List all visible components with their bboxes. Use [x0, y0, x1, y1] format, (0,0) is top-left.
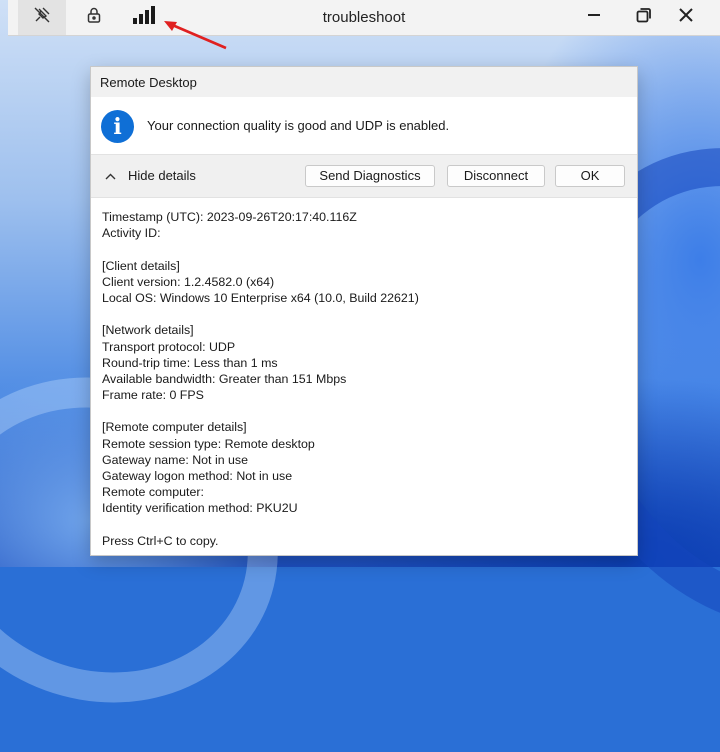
lock-button[interactable] [70, 0, 118, 35]
detail-line: Round-trip time: Less than 1 ms [102, 355, 278, 370]
detail-line: Frame rate: 0 FPS [102, 388, 204, 403]
signal-bars-icon [132, 6, 158, 29]
hide-details-label: Hide details [128, 168, 196, 183]
annotation-arrow [164, 21, 227, 50]
close-icon [679, 8, 693, 27]
message-area: i Your connection quality is good and UD… [91, 97, 637, 154]
detail-line: [Network details] [102, 323, 194, 338]
send-diagnostics-button[interactable]: Send Diagnostics [305, 165, 435, 187]
pin-off-icon [33, 6, 51, 29]
minimize-button[interactable] [570, 0, 618, 35]
detail-line: Identity verification method: PKU2U [102, 501, 298, 516]
detail-line: Transport protocol: UDP [102, 339, 236, 354]
remote-desktop-dialog: Remote Desktop i Your connection quality… [91, 67, 637, 555]
detail-line: Activity ID: [102, 226, 161, 241]
dialog-button-row: Hide details Send Diagnostics Disconnect… [91, 154, 637, 198]
pin-off-button[interactable] [18, 0, 66, 35]
detail-line: Timestamp (UTC): 2023-09-26T20:17:40.116… [102, 210, 357, 224]
detail-line: Client version: 1.2.4582.0 (x64) [102, 274, 275, 289]
hide-details-toggle[interactable]: Hide details [105, 168, 196, 183]
detail-line: Available bandwidth: Greater than 151 Mb… [102, 371, 347, 386]
ok-button[interactable]: OK [555, 165, 625, 187]
dialog-title-bar: Remote Desktop [91, 67, 637, 97]
detail-line: Remote session type: Remote desktop [102, 436, 315, 451]
lock-icon [86, 6, 102, 29]
chevron-up-icon [105, 168, 116, 183]
detail-line: [Client details] [102, 258, 180, 273]
detail-line: Press Ctrl+C to copy. [102, 533, 219, 548]
detail-line: Gateway name: Not in use [102, 452, 249, 467]
detail-line [102, 241, 627, 257]
detail-line: Gateway logon method: Not in use [102, 469, 293, 483]
dialog-title: Remote Desktop [100, 75, 197, 90]
detail-line: [Remote computer details] [102, 420, 247, 435]
detail-line [102, 306, 627, 322]
restore-button[interactable] [620, 0, 668, 35]
detail-line [102, 403, 627, 419]
status-message: Your connection quality is good and UDP … [147, 118, 450, 133]
disconnect-button[interactable]: Disconnect [447, 165, 545, 187]
detail-line: Remote computer: [102, 485, 204, 500]
info-icon: i [101, 110, 134, 143]
connection-details: Timestamp (UTC): 2023-09-26T20:17:40.116… [102, 209, 627, 549]
restore-icon [636, 7, 652, 28]
detail-line [102, 517, 627, 533]
connection-title-bar: troubleshoot [8, 0, 720, 36]
close-button[interactable] [662, 0, 710, 35]
detail-line: Local OS: Windows 10 Enterprise x64 (10.… [102, 290, 419, 305]
minimize-icon [587, 8, 601, 27]
